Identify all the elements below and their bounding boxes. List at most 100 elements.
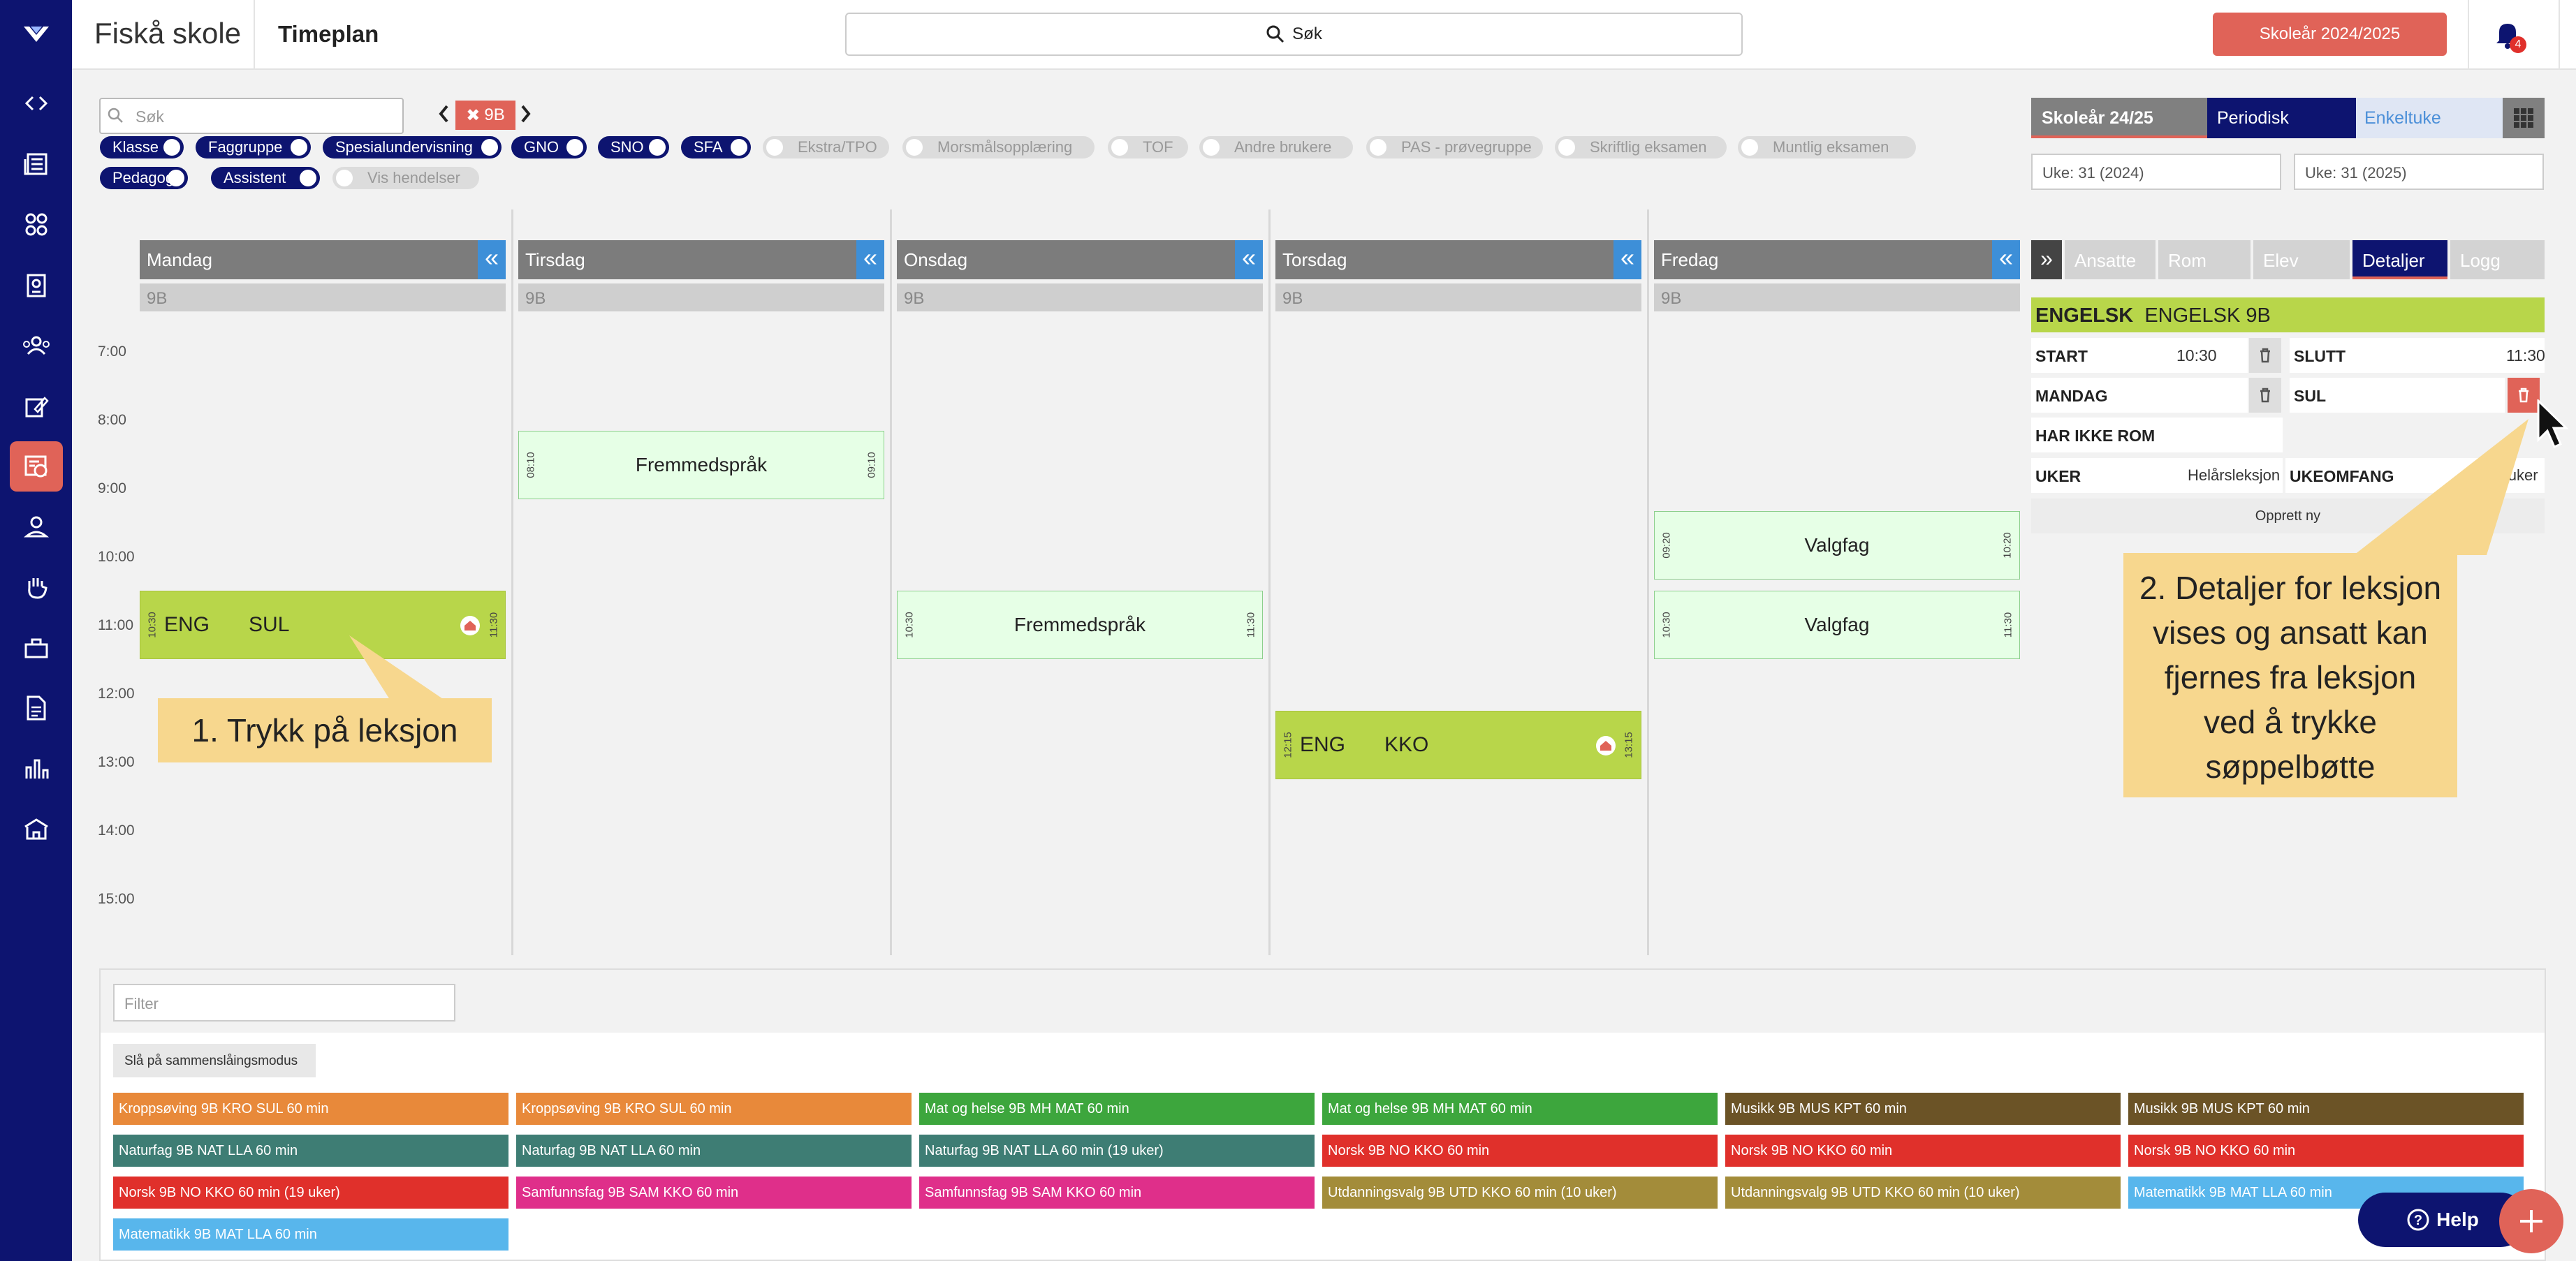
weeks-value[interactable]: Helårsleksjon	[2188, 466, 2280, 485]
module-item[interactable]: Musikk 9B MUS KPT 60 min	[1725, 1093, 2121, 1125]
close-icon[interactable]: ✖	[466, 105, 480, 126]
module-item[interactable]: Norsk 9B NO KKO 60 min	[1322, 1135, 1718, 1167]
filter-toggle-tof[interactable]: TOF	[1108, 136, 1188, 158]
module-item[interactable]: Naturfag 9B NAT LLA 60 min	[516, 1135, 912, 1167]
module-item[interactable]: Samfunnsfag 9B SAM KKO 60 min	[919, 1177, 1315, 1209]
groups-icon[interactable]	[15, 325, 57, 367]
tab-student[interactable]: Elev	[2253, 240, 2350, 279]
news-icon[interactable]	[15, 143, 57, 185]
lesson-block[interactable]: 08:10 Fremmedspråk 09:10	[518, 431, 884, 500]
module-item[interactable]: Kroppsøving 9B KRO SUL 60 min	[113, 1093, 508, 1125]
filter-toggle-andre-brukere[interactable]: Andre brukere	[1199, 136, 1353, 158]
toggle-knob[interactable]	[906, 139, 923, 156]
toggle-knob[interactable]	[1558, 139, 1575, 156]
collapse-day-button[interactable]: «	[478, 240, 506, 279]
module-item[interactable]: Matematikk 9B MAT LLA 60 min	[113, 1218, 508, 1251]
tab-details[interactable]: Detaljer	[2352, 240, 2447, 279]
expand-panel-button[interactable]: »	[2031, 240, 2062, 279]
add-button[interactable]	[2499, 1189, 2563, 1253]
schedule-nav-active[interactable]	[10, 441, 63, 492]
filter-toggle-sfa[interactable]: SFA	[681, 136, 751, 158]
badge-icon[interactable]	[15, 264, 57, 306]
merge-mode-button[interactable]: Slå på sammenslåingsmodus	[113, 1044, 316, 1077]
start-time[interactable]: 10:30	[2176, 346, 2217, 365]
week-to-field[interactable]: Uke: 31 (2025)	[2294, 154, 2544, 190]
toggle-knob[interactable]	[481, 139, 498, 156]
module-item[interactable]: Utdanningsvalg 9B UTD KKO 60 min (10 uke…	[1725, 1177, 2121, 1209]
toggle-knob[interactable]	[731, 139, 747, 156]
toggle-knob[interactable]	[1370, 139, 1386, 156]
module-item[interactable]: Utdanningsvalg 9B UTD KKO 60 min (10 uke…	[1322, 1177, 1718, 1209]
filter-toggle-muntlig-eksamen[interactable]: Muntlig eksamen	[1738, 136, 1916, 158]
toggle-knob[interactable]	[1111, 139, 1128, 156]
logo-icon[interactable]	[15, 14, 57, 56]
day-field[interactable]: MANDAG	[2031, 378, 2248, 413]
module-item[interactable]: Naturfag 9B NAT LLA 60 min	[113, 1135, 508, 1167]
tab-periodic[interactable]: Periodisk	[2207, 98, 2356, 138]
toolbox-icon[interactable]	[15, 626, 57, 668]
chevron-right-icon[interactable]	[518, 103, 532, 124]
collapse-day-button[interactable]: «	[856, 240, 884, 279]
collapse-day-button[interactable]: «	[1235, 240, 1263, 279]
tab-log[interactable]: Logg	[2450, 240, 2545, 279]
collapse-day-button[interactable]: «	[1992, 240, 2020, 279]
toggle-knob[interactable]	[566, 139, 583, 156]
students-icon[interactable]	[15, 204, 57, 246]
module-item[interactable]: Samfunnsfag 9B SAM KKO 60 min	[516, 1177, 912, 1209]
edit-document-icon[interactable]	[15, 385, 57, 427]
module-item[interactable]: Norsk 9B NO KKO 60 min (19 uker)	[113, 1177, 508, 1209]
filter-toggle-vis-hendelser[interactable]: Vis hendelser	[332, 167, 479, 189]
end-time[interactable]: 11:30	[2506, 346, 2545, 365]
toggle-knob[interactable]	[300, 170, 316, 186]
toggle-knob[interactable]	[1741, 139, 1758, 156]
filter-toggle-ekstra-tpo[interactable]: Ekstra/TPO	[763, 136, 889, 158]
filter-toggle-pas-pr-vegruppe[interactable]: PAS - prøvegruppe	[1366, 136, 1543, 158]
module-item[interactable]: Musikk 9B MUS KPT 60 min	[2128, 1093, 2524, 1125]
filter-toggle-klasse[interactable]: Klasse	[100, 136, 184, 158]
school-name[interactable]: Fiskå skole	[94, 17, 241, 50]
trash-icon[interactable]	[2249, 378, 2281, 413]
module-item[interactable]: Naturfag 9B NAT LLA 60 min (19 uker)	[919, 1135, 1315, 1167]
school-icon[interactable]	[15, 808, 57, 850]
module-item[interactable]: Mat og helse 9B MH MAT 60 min	[919, 1093, 1315, 1125]
filter-toggle-assistent[interactable]: Assistent	[211, 167, 320, 189]
room-field[interactable]: HAR IKKE ROM	[2031, 418, 2283, 452]
bar-chart-icon[interactable]	[15, 747, 57, 789]
toggle-knob[interactable]	[291, 139, 307, 156]
selected-group-chip[interactable]: ✖ 9B	[455, 101, 515, 130]
filter-toggle-gno[interactable]: GNO	[511, 136, 587, 158]
hand-icon[interactable]	[15, 566, 57, 607]
lesson-block[interactable]: 09:20 Valgfag 10:20	[1654, 510, 2020, 580]
filter-toggle-spesialundervisning[interactable]: Spesialundervisning	[323, 136, 502, 158]
lesson-block[interactable]: 10:30 Fremmedspråk 11:30	[897, 591, 1263, 659]
toggle-knob[interactable]	[168, 170, 184, 186]
chevron-left-icon[interactable]	[437, 103, 451, 124]
toggle-knob[interactable]	[336, 170, 353, 186]
module-item[interactable]: Kroppsøving 9B KRO SUL 60 min	[516, 1093, 912, 1125]
tab-school-year[interactable]: Skoleår 24/25	[2031, 98, 2207, 138]
person-hat-icon[interactable]	[15, 506, 57, 547]
filter-input[interactable]: Filter	[113, 984, 455, 1022]
trash-icon[interactable]	[2249, 338, 2281, 373]
filter-toggle-morsm-lsoppl-ring[interactable]: Morsmålsopplæring	[902, 136, 1095, 158]
lesson-block[interactable]: 10:30 Valgfag 11:30	[1654, 591, 2020, 659]
tab-single-week[interactable]: Enkeltuke	[2356, 98, 2503, 138]
filter-toggle-pedagog[interactable]: Pedagog	[100, 167, 188, 189]
toggle-knob[interactable]	[163, 139, 180, 156]
toggle-knob[interactable]	[766, 139, 783, 156]
lesson-block[interactable]: 12:15 ENG KKO 13:15	[1275, 710, 1641, 779]
collapse-day-button[interactable]: «	[1613, 240, 1641, 279]
filter-toggle-sno[interactable]: SNO	[598, 136, 669, 158]
module-item[interactable]: Norsk 9B NO KKO 60 min	[2128, 1135, 2524, 1167]
tab-employees[interactable]: Ansatte	[2065, 240, 2156, 279]
tab-rooms[interactable]: Rom	[2158, 240, 2251, 279]
module-item[interactable]: Mat og helse 9B MH MAT 60 min	[1322, 1093, 1718, 1125]
filter-toggle-faggruppe[interactable]: Faggruppe	[196, 136, 311, 158]
filter-toggle-skriftlig-eksamen[interactable]: Skriftlig eksamen	[1555, 136, 1727, 158]
toggle-knob[interactable]	[649, 139, 666, 156]
global-search[interactable]: Søk	[845, 13, 1743, 56]
school-year-button[interactable]: Skoleår 2024/2025	[2213, 13, 2447, 56]
grid-icon[interactable]	[2503, 98, 2545, 138]
toggle-knob[interactable]	[1203, 139, 1220, 156]
schedule-search-input[interactable]: Søk	[99, 98, 404, 134]
